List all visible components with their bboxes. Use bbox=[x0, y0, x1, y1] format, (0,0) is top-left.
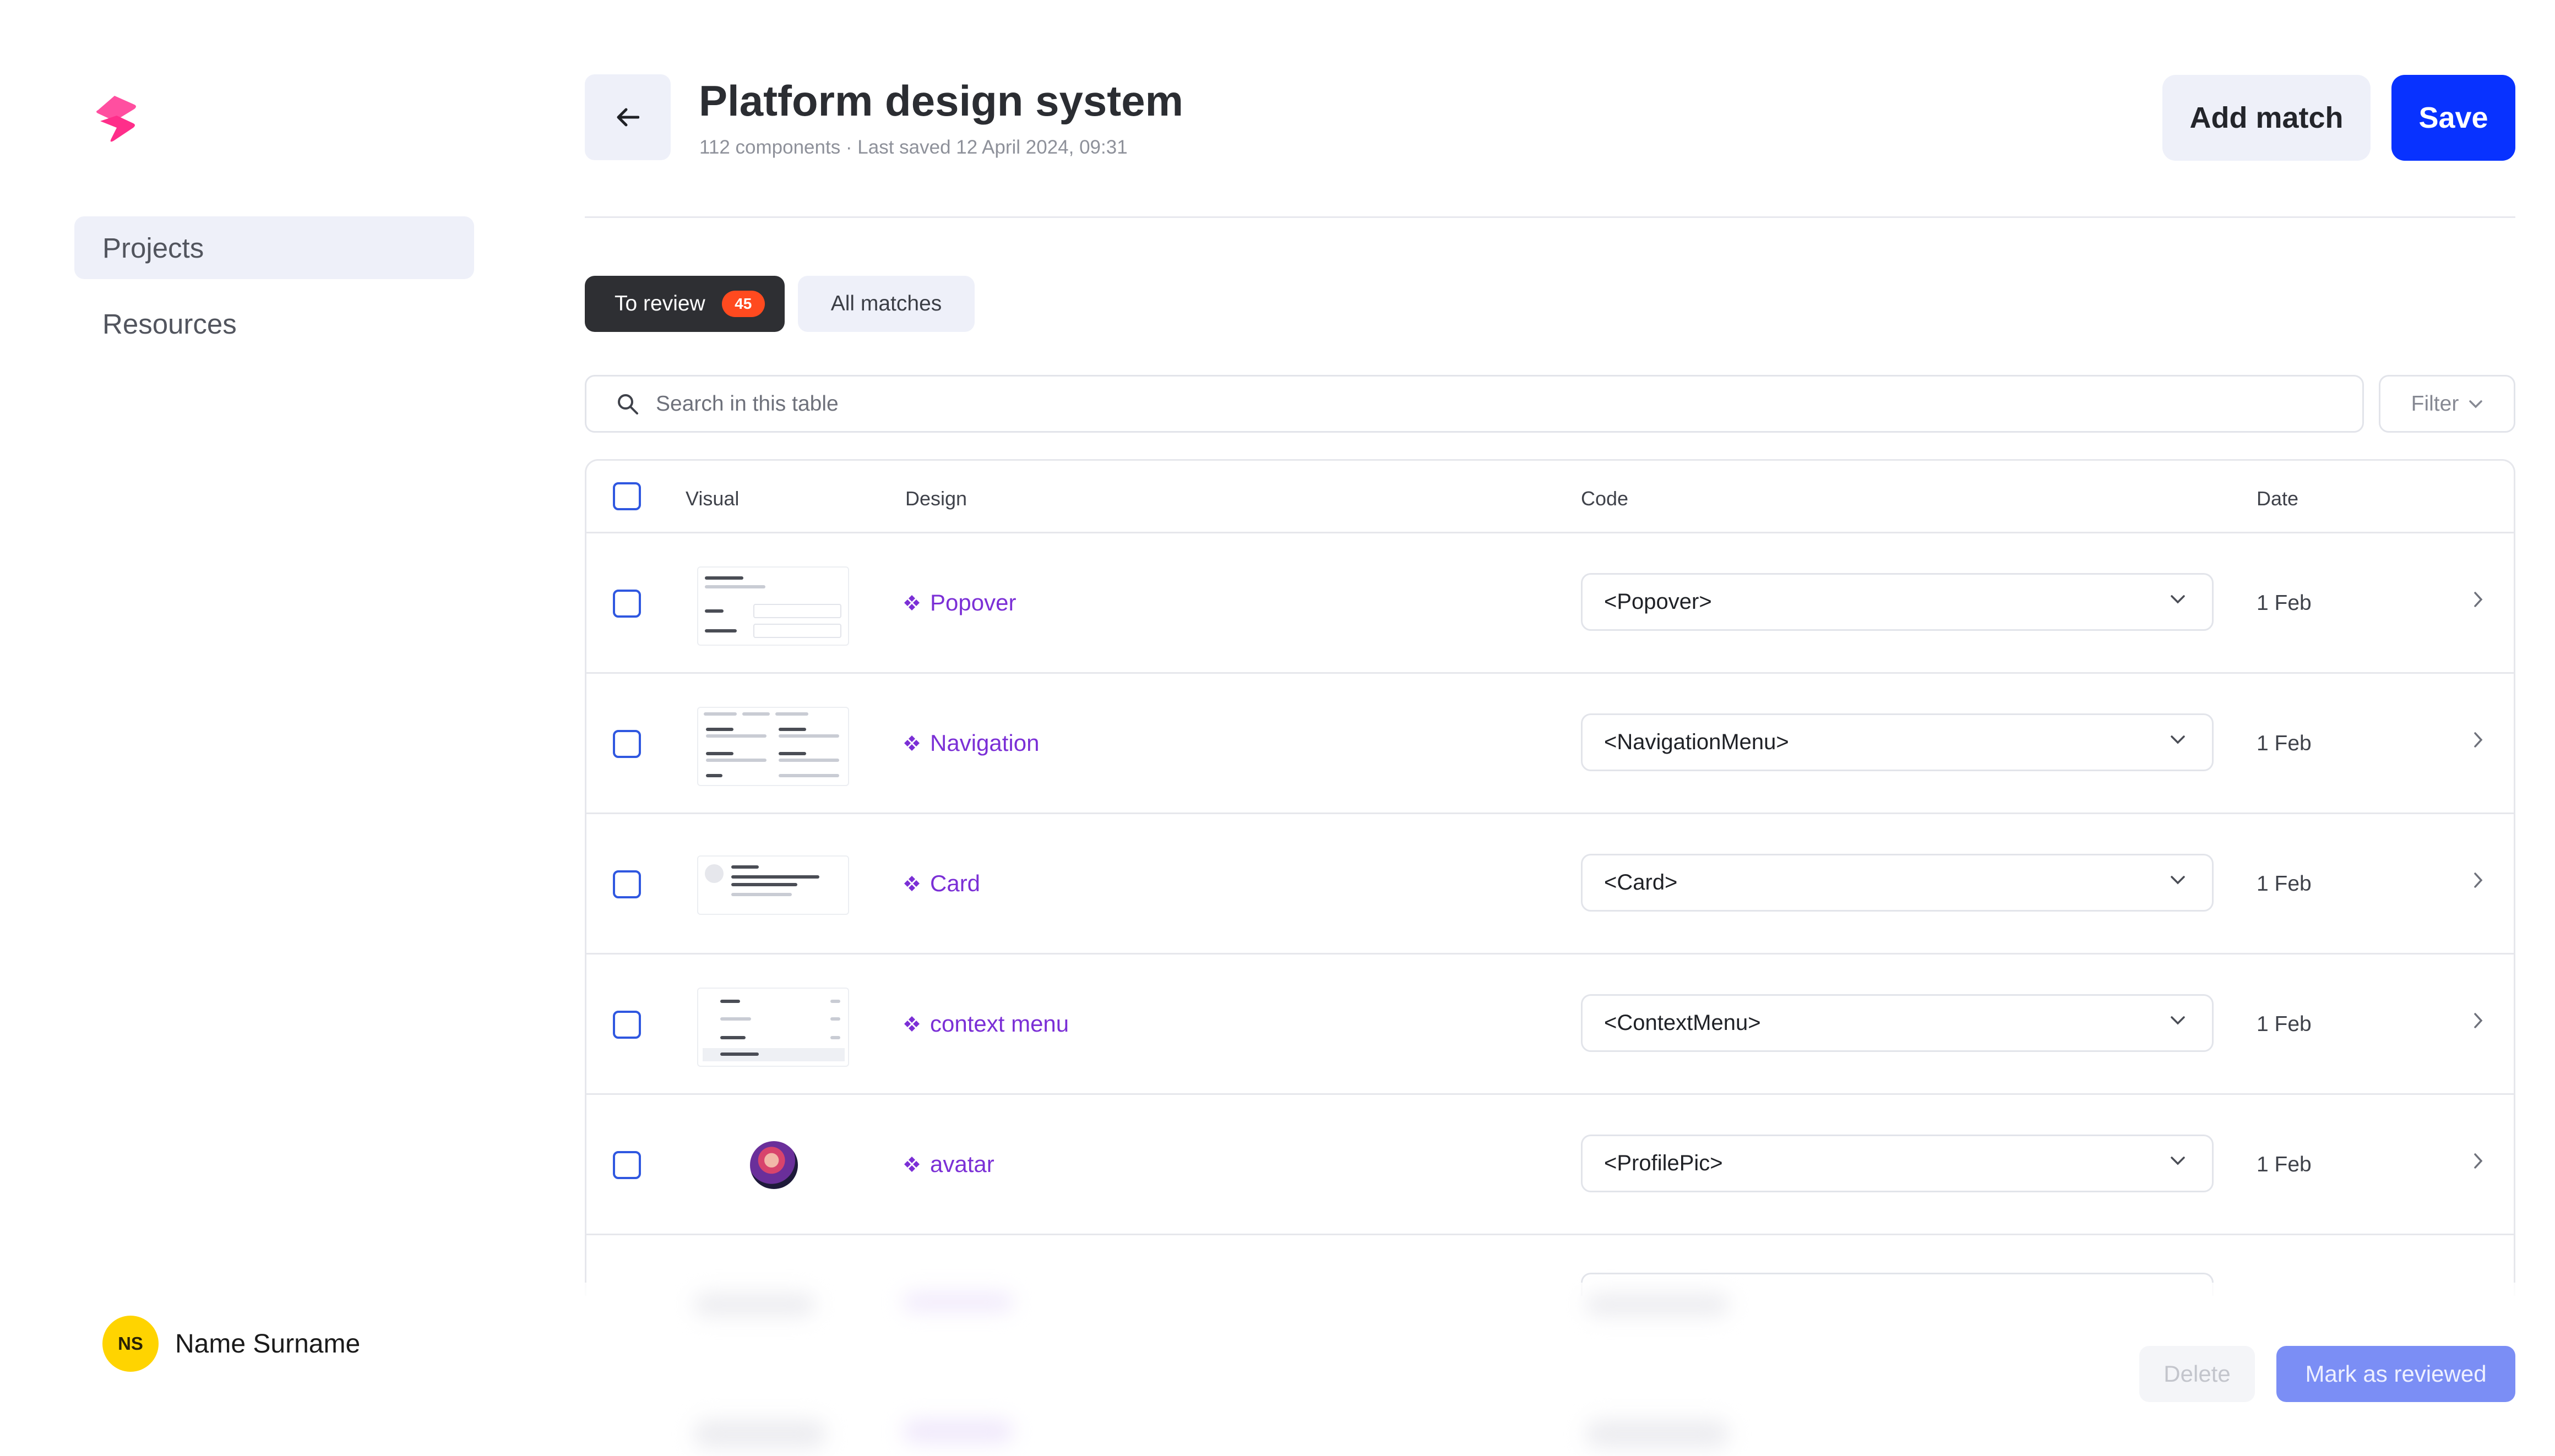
table-row[interactable]: Card <Card> 1 Feb bbox=[586, 814, 2514, 955]
row-checkbox[interactable] bbox=[613, 590, 641, 618]
code-select-value: <ContextMenu> bbox=[1604, 1011, 1761, 1035]
design-name: avatar bbox=[930, 1151, 994, 1177]
chevron-right-icon[interactable] bbox=[2473, 1152, 2484, 1170]
popover-thumbnail bbox=[697, 566, 849, 646]
column-header-visual: Visual bbox=[686, 487, 740, 510]
delete-button[interactable]: Delete bbox=[2139, 1346, 2255, 1402]
table-row[interactable]: Popover <Popover> 1 Feb bbox=[586, 533, 2514, 674]
design-link[interactable]: Card bbox=[904, 870, 980, 897]
tab-to-review[interactable]: To review 45 bbox=[585, 276, 785, 332]
chevron-right-icon[interactable] bbox=[2473, 871, 2484, 889]
code-select[interactable]: <Card> bbox=[1581, 854, 2214, 912]
avatar-image bbox=[750, 1141, 798, 1189]
design-link[interactable]: avatar bbox=[904, 1151, 994, 1177]
chevron-down-icon bbox=[2171, 735, 2185, 744]
component-icon bbox=[904, 595, 920, 610]
chevron-down-icon bbox=[2171, 1157, 2185, 1165]
design-name: Navigation bbox=[930, 730, 1040, 756]
table-row[interactable]: context menu <ContextMenu> 1 Feb bbox=[586, 955, 2514, 1095]
select-all-checkbox[interactable] bbox=[613, 482, 641, 510]
design-name: Card bbox=[930, 870, 981, 896]
table-row[interactable]: avatar <ProfilePic> 1 Feb bbox=[586, 1095, 2514, 1235]
sidebar-nav: Projects Resources bbox=[74, 216, 474, 368]
mark-as-reviewed-button[interactable]: Mark as reviewed bbox=[2276, 1346, 2515, 1402]
user-profile[interactable]: NS Name Surname bbox=[102, 1316, 360, 1372]
code-select[interactable]: <ProfilePic> bbox=[1581, 1135, 2214, 1192]
add-match-button[interactable]: Add match bbox=[2162, 75, 2371, 161]
component-icon bbox=[904, 1016, 920, 1032]
code-select[interactable]: <NavigationMenu> bbox=[1581, 713, 2214, 771]
date-cell: 1 Feb bbox=[2257, 1153, 2312, 1176]
code-select[interactable]: <ContextMenu> bbox=[1581, 994, 2214, 1052]
app-logo-icon[interactable] bbox=[93, 94, 139, 143]
date-cell: 1 Feb bbox=[2257, 872, 2312, 896]
column-header-date: Date bbox=[2257, 487, 2299, 510]
design-link[interactable]: Popover bbox=[904, 590, 1016, 616]
back-button[interactable] bbox=[585, 74, 671, 160]
chevron-down-icon bbox=[2171, 595, 2185, 604]
tab-all-matches[interactable]: All matches bbox=[798, 276, 975, 332]
table-header: Visual Design Code Date bbox=[586, 461, 2514, 533]
row-checkbox[interactable] bbox=[613, 1011, 641, 1039]
component-icon bbox=[904, 876, 920, 891]
row-checkbox[interactable] bbox=[613, 1151, 641, 1179]
code-select-value: <Popover> bbox=[1604, 590, 1712, 614]
sidebar-item-resources[interactable]: Resources bbox=[74, 292, 474, 355]
context-menu-thumbnail bbox=[697, 988, 849, 1067]
page-subtitle: 112 components · Last saved 12 April 202… bbox=[699, 137, 1128, 158]
design-name: Popover bbox=[930, 590, 1016, 615]
chevron-down-icon bbox=[2171, 1016, 2185, 1025]
design-link[interactable]: Navigation bbox=[904, 730, 1039, 756]
filter-label: Filter bbox=[2411, 391, 2459, 416]
date-cell: 1 Feb bbox=[2257, 732, 2312, 755]
column-header-design: Design bbox=[905, 487, 967, 510]
header-divider bbox=[585, 216, 2515, 218]
tab-label: All matches bbox=[830, 292, 942, 315]
tab-label: To review bbox=[615, 292, 705, 315]
page-title: Platform design system bbox=[699, 77, 1183, 125]
code-select-value: <NavigationMenu> bbox=[1604, 730, 1789, 754]
search-placeholder: Search in this table bbox=[656, 391, 839, 416]
code-select[interactable]: <Popover> bbox=[1581, 573, 2214, 631]
card-thumbnail bbox=[697, 855, 849, 915]
chevron-down-icon bbox=[2171, 876, 2185, 885]
sidebar-item-label: Projects bbox=[102, 232, 204, 264]
arrow-left-icon bbox=[617, 108, 639, 127]
avatar: NS bbox=[102, 1316, 159, 1372]
sidebar-item-label: Resources bbox=[102, 308, 237, 340]
code-select-value: <Card> bbox=[1604, 870, 1678, 895]
search-input[interactable]: Search in this table bbox=[585, 375, 2364, 433]
chevron-down-icon bbox=[2469, 400, 2483, 408]
chevron-right-icon[interactable] bbox=[2473, 591, 2484, 608]
component-icon bbox=[904, 735, 920, 751]
code-select-value: <ProfilePic> bbox=[1604, 1151, 1723, 1175]
chevron-right-icon[interactable] bbox=[2473, 1012, 2484, 1029]
chevron-right-icon[interactable] bbox=[2473, 731, 2484, 749]
column-header-code: Code bbox=[1581, 487, 1629, 510]
design-name: context menu bbox=[930, 1011, 1069, 1037]
design-link[interactable]: context menu bbox=[904, 1011, 1069, 1037]
navigation-thumbnail bbox=[697, 707, 849, 786]
filter-button[interactable]: Filter bbox=[2379, 375, 2515, 433]
component-icon bbox=[904, 1157, 920, 1172]
date-cell: 1 Feb bbox=[2257, 1012, 2312, 1036]
save-button[interactable]: Save bbox=[2391, 75, 2515, 161]
review-count-badge: 45 bbox=[721, 291, 765, 317]
table-row[interactable]: Navigation <NavigationMenu> 1 Feb bbox=[586, 674, 2514, 814]
row-checkbox[interactable] bbox=[613, 730, 641, 758]
row-checkbox[interactable] bbox=[613, 870, 641, 898]
user-name: Name Surname bbox=[175, 1329, 361, 1359]
date-cell: 1 Feb bbox=[2257, 591, 2312, 615]
sidebar-item-projects[interactable]: Projects bbox=[74, 216, 474, 279]
components-table: Visual Design Code Date Popover <Popover… bbox=[585, 459, 2515, 1296]
search-icon bbox=[618, 394, 638, 415]
